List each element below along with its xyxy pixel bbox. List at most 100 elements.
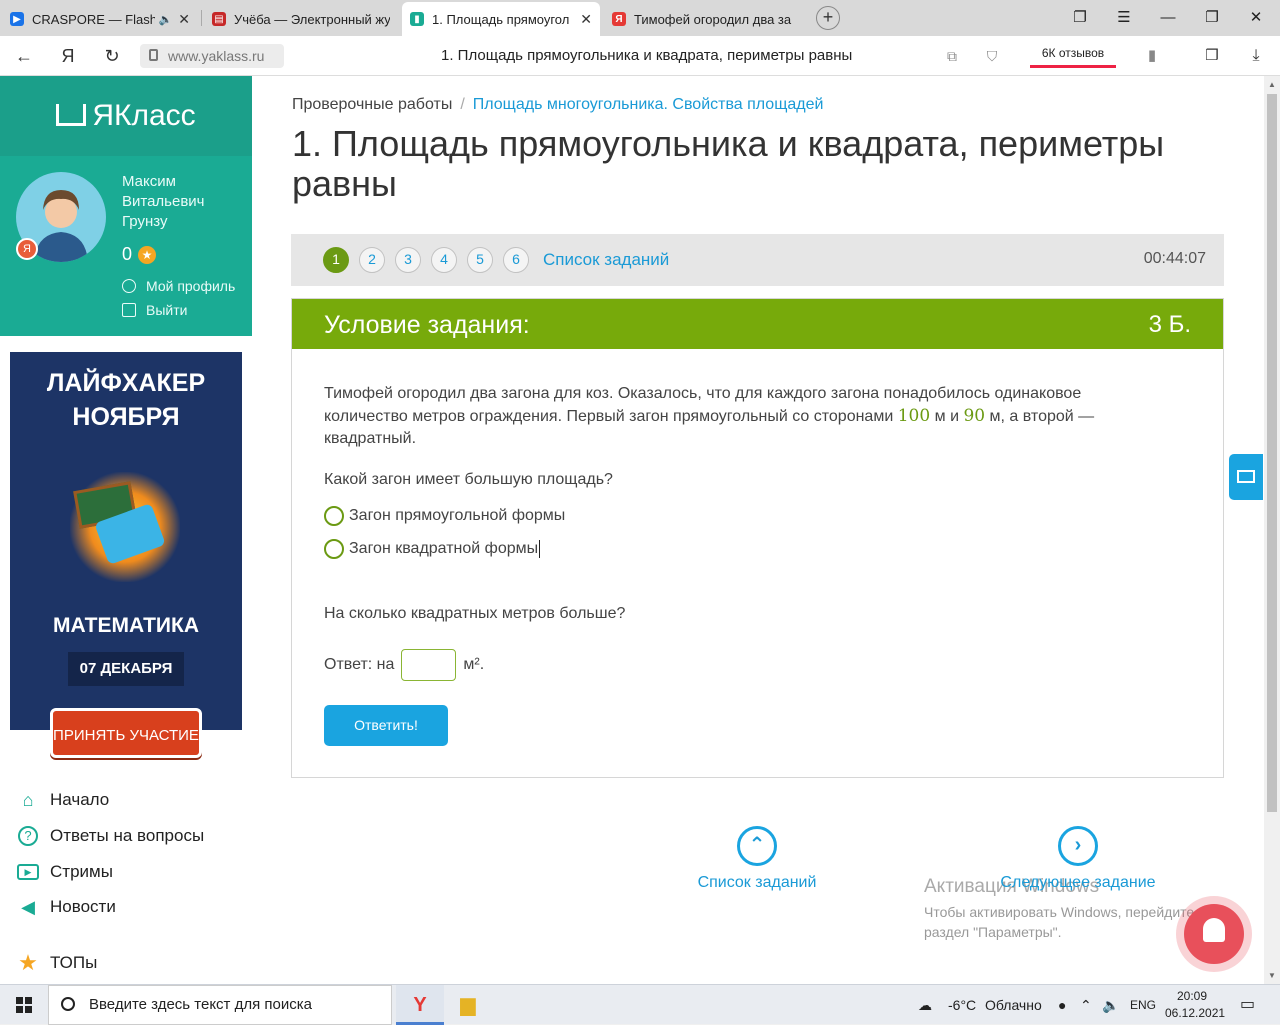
tab-title: 1. Площадь прямоугол xyxy=(432,11,570,27)
nav-news[interactable]: ◀ Новости xyxy=(16,895,116,919)
book-icon xyxy=(56,104,87,126)
play-icon: ▶ xyxy=(16,860,40,884)
bottom-task-list[interactable]: ⌃ Список заданий xyxy=(672,826,842,892)
restore-button[interactable]: ❐ xyxy=(1200,6,1224,30)
tray-arrow-icon[interactable]: ⌃ xyxy=(1080,997,1092,1014)
book-icon: ▮ xyxy=(410,12,424,26)
download-icon[interactable]: ⤓ xyxy=(1244,44,1268,68)
close-window-button[interactable]: ✕ xyxy=(1244,6,1268,30)
scrollbar[interactable]: ▲ ▼ xyxy=(1264,76,1280,984)
clock[interactable]: 20:09 06.12.2021 xyxy=(1165,988,1225,1022)
badge-icon: Я xyxy=(16,238,38,260)
browser-tab-active[interactable]: ▮ 1. Площадь прямоугол ✕ xyxy=(402,2,600,36)
yandex-button[interactable]: Я xyxy=(56,44,80,68)
submit-button[interactable]: Ответить! xyxy=(324,705,448,746)
yandex-icon: Я xyxy=(612,12,626,26)
main-content: Проверочные работы / Площадь многоугольник… xyxy=(252,76,1264,984)
step-1[interactable]: 1 xyxy=(323,247,349,273)
new-tab-button[interactable]: + xyxy=(816,6,840,30)
user-name[interactable]: Максим Витальевич Грунзу xyxy=(122,172,242,232)
option-rectangle[interactable]: Загон прямоугольной формы xyxy=(324,506,565,526)
microphone-icon[interactable]: ● xyxy=(1058,997,1066,1013)
scroll-up-arrow[interactable]: ▲ xyxy=(1264,80,1280,89)
points: 0 ★ xyxy=(122,244,157,265)
minimize-button[interactable]: — xyxy=(1156,6,1180,30)
logout-link[interactable]: Выйти xyxy=(122,302,187,318)
step-6[interactable]: 6 xyxy=(503,247,529,273)
file-explorer-icon[interactable]: ▆ xyxy=(444,985,492,1025)
address-bar: ← Я ↻ www.yaklass.ru 1. Площадь прямоуго… xyxy=(0,36,1280,76)
cloud-icon: ☁ xyxy=(918,997,932,1013)
tab-title: Учёба — Электронный жу xyxy=(234,11,390,27)
notification-bell-button[interactable] xyxy=(1184,904,1244,964)
step-3[interactable]: 3 xyxy=(395,247,421,273)
reload-button[interactable]: ↻ xyxy=(100,44,124,68)
windows-start-icon[interactable] xyxy=(16,997,32,1013)
page-title: 1. Площадь прямоугольника и квадрата, пе… xyxy=(292,123,1165,204)
nav-tops[interactable]: ★ ТОПы xyxy=(16,950,97,975)
task-text: Тимофей огородил два загона для коз. Ока… xyxy=(324,385,1095,447)
promo-date: 07 ДЕКАБРЯ xyxy=(68,652,184,686)
step-2[interactable]: 2 xyxy=(359,247,385,273)
task-card-header: Условие задания: 3 Б. xyxy=(292,299,1223,349)
breadcrumb-root[interactable]: Проверочные работы xyxy=(292,96,452,113)
reviews-badge[interactable]: 6К отзывов xyxy=(1030,44,1116,68)
taskbar-search[interactable]: Введите здесь текст для поиска xyxy=(48,985,392,1025)
browser-tab[interactable]: ▤ Учёба — Электронный жу xyxy=(204,2,398,36)
collections-icon[interactable]: ❒ xyxy=(1200,44,1224,68)
task-list-link[interactable]: Список заданий xyxy=(543,250,669,270)
yaklass-logo[interactable]: ЯКласс xyxy=(0,76,252,156)
browser-tab[interactable]: ▶ CRASPORE — Flashb 🔈 ✕ xyxy=(2,2,198,36)
question-difference: На сколько квадратных метров больше? xyxy=(324,605,626,622)
calculator-illustration xyxy=(70,472,180,582)
speaker-icon[interactable]: 🔈 xyxy=(159,13,173,26)
browser-tab[interactable]: Я Тимофей огородил два за xyxy=(604,2,800,36)
promo-banner[interactable]: ЛАЙФХАКЕР НОЯБРЯ МАТЕМАТИКА 07 ДЕКАБРЯ xyxy=(10,352,242,730)
nav-streams[interactable]: ▶ Стримы xyxy=(16,860,113,884)
answer-input[interactable] xyxy=(401,649,457,681)
promo-headline: ЛАЙФХАКЕР НОЯБРЯ xyxy=(46,369,206,431)
scroll-down-arrow[interactable]: ▼ xyxy=(1264,971,1280,980)
bookmarks-icon[interactable]: ❐ xyxy=(1068,6,1092,30)
task-card-title: Условие задания: xyxy=(324,311,530,339)
close-tab-icon[interactable]: ✕ xyxy=(580,11,592,28)
language-indicator[interactable]: ENG xyxy=(1130,998,1156,1012)
breadcrumb-current[interactable]: Площадь многоугольника. Свойства площаде… xyxy=(473,96,824,113)
weather-text: Облачно xyxy=(985,997,1042,1013)
lock-icon xyxy=(149,49,158,61)
answer-row: Ответ: на м². xyxy=(324,649,484,681)
scrollbar-thumb[interactable] xyxy=(1267,94,1277,812)
browser-tab-bar: ▶ CRASPORE — Flashb 🔈 ✕ ▤ Учёба — Электр… xyxy=(0,0,1280,36)
page-title-text: 1. Площадь прямоугольника и квадрата, пе… xyxy=(441,47,853,64)
document-icon: ▤ xyxy=(212,12,226,26)
volume-icon[interactable]: 🔈 xyxy=(1102,997,1119,1014)
next-task-link[interactable]: › Следующее задание xyxy=(993,826,1163,892)
menu-icon[interactable]: ☰ xyxy=(1112,6,1136,30)
radio-button[interactable] xyxy=(324,506,344,526)
step-4[interactable]: 4 xyxy=(431,247,457,273)
option-square[interactable]: Загон квадратной формы xyxy=(324,539,541,559)
bookmark-icon[interactable]: ▮ xyxy=(1140,44,1164,68)
close-tab-icon[interactable]: ✕ xyxy=(178,11,190,28)
notifications-icon[interactable]: ▭ xyxy=(1240,994,1255,1014)
side-a-value: 100 xyxy=(897,406,931,426)
protect-icon[interactable]: ⛉ xyxy=(980,44,1004,68)
side-b-value: 90 xyxy=(963,406,986,426)
breadcrumb: Проверочные работы / Площадь многоугольник… xyxy=(292,96,824,113)
temperature: -6°C xyxy=(948,997,977,1013)
task-card: Условие задания: 3 Б. Тимофей огородил д… xyxy=(291,298,1224,778)
tab-title: CRASPORE — Flashb xyxy=(32,11,155,27)
url-field[interactable]: www.yaklass.ru xyxy=(140,44,284,68)
step-5[interactable]: 5 xyxy=(467,247,493,273)
nav-home[interactable]: ⌂ Начало xyxy=(16,788,110,812)
back-button[interactable]: ← xyxy=(12,44,36,68)
profile-link[interactable]: Мой профиль xyxy=(122,278,235,294)
yandex-browser-icon[interactable]: Y xyxy=(396,985,444,1025)
nav-answers[interactable]: ? Ответы на вопросы xyxy=(16,824,204,848)
feedback-mail-button[interactable] xyxy=(1229,454,1263,500)
join-button[interactable]: ПРИНЯТЬ УЧАСТИЕ xyxy=(50,708,202,758)
radio-button[interactable] xyxy=(324,539,344,559)
home-icon: ⌂ xyxy=(22,789,34,810)
copy-icon[interactable]: ⧉ xyxy=(940,44,964,68)
tab-title: Тимофей огородил два за xyxy=(634,11,792,27)
